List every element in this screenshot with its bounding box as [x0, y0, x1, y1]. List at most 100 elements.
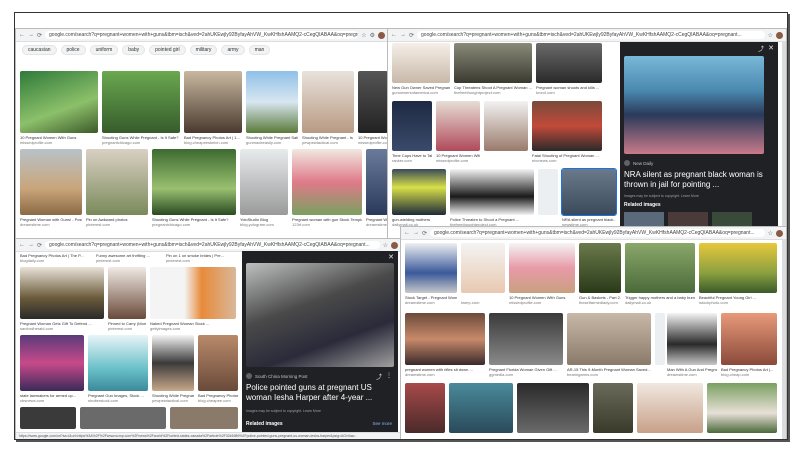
- image-result[interactable]: [240, 149, 288, 215]
- reload-icon[interactable]: ⟳: [422, 230, 427, 237]
- image-result[interactable]: [358, 71, 388, 133]
- forward-icon[interactable]: →: [28, 32, 34, 38]
- preview-source[interactable]: South China Morning Post: [255, 374, 308, 379]
- image-result[interactable]: [489, 313, 563, 365]
- image-result[interactable]: [108, 267, 146, 319]
- chip-police[interactable]: police: [60, 45, 86, 55]
- avatar[interactable]: [776, 31, 783, 39]
- preview-source[interactable]: New Daily: [633, 161, 653, 166]
- image-result[interactable]: [405, 383, 445, 433]
- image-result[interactable]: [20, 335, 84, 391]
- image-result[interactable]: [20, 407, 76, 429]
- back-icon[interactable]: ←: [19, 242, 25, 248]
- image-result[interactable]: [20, 267, 104, 319]
- preview-title[interactable]: Police pointed guns at pregnant US woman…: [246, 383, 392, 403]
- preview-image[interactable]: [624, 56, 764, 154]
- image-result[interactable]: [436, 101, 480, 151]
- forward-icon[interactable]: →: [413, 230, 419, 236]
- image-result[interactable]: [392, 101, 432, 151]
- chip-pointed-girl[interactable]: pointed girl: [149, 45, 186, 55]
- image-result[interactable]: [484, 101, 528, 151]
- share-icon[interactable]: ⤴: [376, 372, 382, 381]
- result-source: kron4.com: [536, 90, 555, 95]
- back-icon[interactable]: ←: [391, 32, 397, 38]
- url-field[interactable]: google.com/search?q=pregnant+women+with+…: [45, 241, 380, 249]
- star-icon[interactable]: ☆: [361, 32, 366, 39]
- avatar[interactable]: [776, 229, 783, 237]
- star-icon[interactable]: ☆: [768, 32, 773, 39]
- image-result[interactable]: [579, 243, 621, 293]
- image-result[interactable]: [667, 313, 717, 365]
- image-result[interactable]: [246, 71, 298, 133]
- see-more-link[interactable]: See more: [372, 421, 392, 426]
- url-field[interactable]: google.com/search?q=pregnant+women+with+…: [417, 31, 765, 39]
- scrollbar[interactable]: [782, 240, 786, 439]
- back-icon[interactable]: ←: [404, 230, 410, 236]
- image-result[interactable]: [707, 383, 777, 433]
- image-result[interactable]: [20, 71, 98, 133]
- back-icon[interactable]: ←: [19, 32, 25, 38]
- reload-icon[interactable]: ⟳: [37, 32, 42, 39]
- image-result[interactable]: [198, 335, 238, 391]
- image-result[interactable]: [152, 149, 236, 215]
- image-result[interactable]: [536, 43, 602, 83]
- image-result[interactable]: [366, 149, 388, 215]
- image-result[interactable]: [405, 313, 485, 365]
- avatar[interactable]: [378, 31, 385, 39]
- image-result[interactable]: [88, 335, 148, 391]
- image-result[interactable]: [637, 383, 703, 433]
- image-result[interactable]: [150, 267, 236, 319]
- image-result[interactable]: [102, 71, 180, 133]
- close-icon[interactable]: ✕: [768, 44, 774, 52]
- star-icon[interactable]: ☆: [768, 230, 773, 237]
- image-result[interactable]: [567, 313, 651, 365]
- chip-military[interactable]: military: [189, 45, 218, 55]
- forward-icon[interactable]: →: [400, 32, 406, 38]
- preview-title[interactable]: NRA silent as pregnant black woman is th…: [624, 170, 770, 190]
- image-result[interactable]: [302, 71, 354, 133]
- image-result[interactable]: [625, 243, 695, 293]
- share-icon[interactable]: ⤴: [758, 44, 764, 53]
- image-result[interactable]: [392, 169, 446, 215]
- image-result[interactable]: [593, 383, 633, 433]
- image-result[interactable]: [721, 313, 777, 365]
- image-result[interactable]: [655, 313, 665, 365]
- chip-caucasian[interactable]: caucasian: [22, 45, 57, 55]
- chip-man[interactable]: man: [248, 45, 271, 55]
- image-result[interactable]: [170, 407, 238, 429]
- image-result[interactable]: [405, 243, 457, 293]
- image-result[interactable]: [454, 43, 532, 83]
- image-result[interactable]: [517, 383, 589, 433]
- image-result[interactable]: [532, 101, 602, 151]
- star-icon[interactable]: ☆: [383, 242, 388, 249]
- reload-icon[interactable]: ⟳: [409, 32, 414, 39]
- close-icon[interactable]: ✕: [388, 253, 394, 261]
- image-result[interactable]: [292, 149, 362, 215]
- image-result[interactable]: [152, 335, 194, 391]
- image-result[interactable]: [450, 169, 534, 215]
- avatar[interactable]: [391, 241, 398, 249]
- image-result[interactable]: [461, 243, 505, 293]
- image-result[interactable]: [449, 383, 513, 433]
- image-result[interactable]: [538, 169, 558, 215]
- image-result[interactable]: [509, 243, 575, 293]
- image-result[interactable]: [20, 149, 82, 215]
- more-options-icon[interactable]: ⋮: [386, 372, 392, 379]
- image-result[interactable]: [699, 243, 777, 293]
- chip-baby[interactable]: baby: [122, 45, 146, 55]
- scrollbar[interactable]: [782, 42, 786, 239]
- image-result-selected[interactable]: [561, 168, 617, 216]
- chip-army[interactable]: army: [221, 45, 245, 55]
- image-result[interactable]: [184, 71, 242, 133]
- extensions-icon[interactable]: ⚙: [370, 32, 375, 39]
- forward-icon[interactable]: →: [28, 242, 34, 248]
- reload-icon[interactable]: ⟳: [37, 242, 42, 249]
- preview-image[interactable]: [246, 263, 394, 367]
- result-source: blog.cheap.com: [721, 372, 750, 377]
- url-field[interactable]: google.com/search?q=pregnant+women+with+…: [430, 229, 765, 237]
- image-result[interactable]: [86, 149, 148, 215]
- chip-uniform[interactable]: uniform: [89, 45, 119, 55]
- url-field[interactable]: google.com/search?q=pregnant+women+with+…: [45, 31, 359, 39]
- image-result[interactable]: [392, 43, 450, 83]
- image-result[interactable]: [80, 407, 166, 429]
